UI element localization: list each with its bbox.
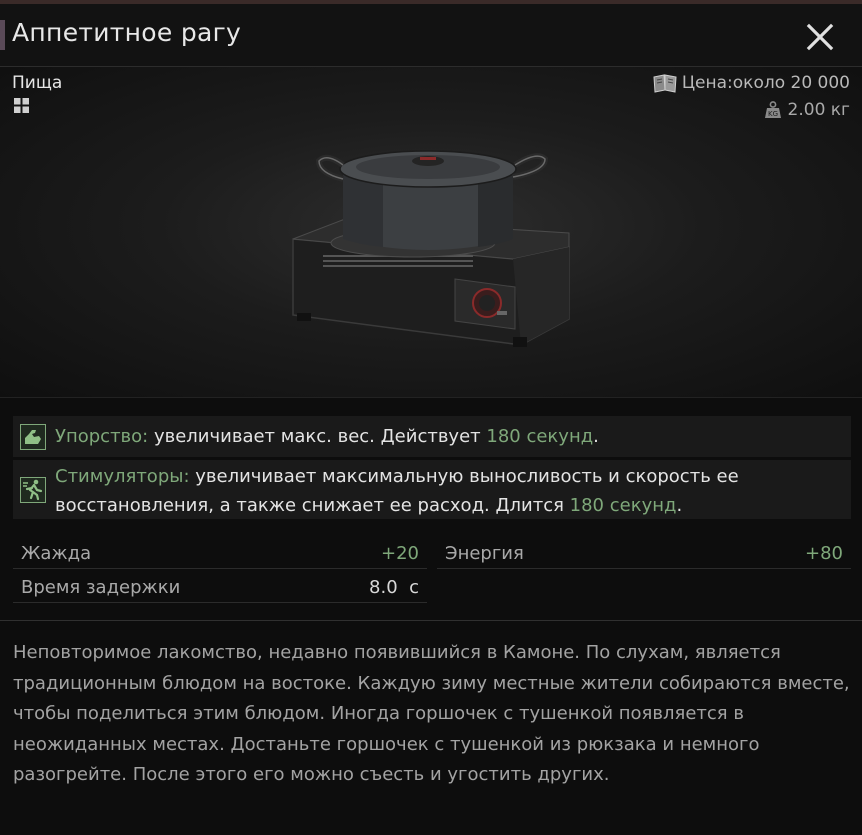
divider	[0, 620, 862, 621]
effect-strength-end: .	[593, 426, 599, 447]
weight-icon: KG	[764, 101, 781, 118]
stat-energy: Энергия +80	[437, 536, 851, 569]
running-man-icon	[20, 477, 46, 503]
effect-strength-name: Упорство:	[55, 426, 149, 447]
effect-stimulators-text: Стимуляторы: увеличивает максимальную вы…	[55, 462, 841, 520]
window-title: Аппетитное рагу	[12, 18, 242, 47]
grid-icon[interactable]	[14, 98, 30, 114]
stat-delay: Время задержки 8.0 с	[13, 570, 427, 603]
window-header[interactable]: Аппетитное рагу	[0, 4, 862, 67]
effect-strength-text: Упорство: увеличивает макс. вес. Действу…	[55, 422, 841, 451]
close-icon[interactable]	[800, 20, 840, 56]
stat-energy-label: Энергия	[445, 543, 524, 564]
svg-text:KG: KG	[768, 110, 778, 118]
stat-thirst-label: Жажда	[21, 543, 92, 564]
price-text: Цена:около 20 000	[681, 73, 850, 93]
stat-delay-value: 8.0 с	[369, 577, 419, 598]
stat-delay-label: Время задержки	[21, 577, 181, 598]
item-price: Цена:около 20 000	[652, 73, 850, 93]
item-description: Неповторимое лакомство, недавно появивши…	[13, 642, 850, 785]
book-icon	[653, 74, 677, 93]
effect-strength-desc: увеличивает макс. вес. Действует	[148, 426, 487, 447]
item-inspect-window: Аппетитное рагу Пища Цена:около 20 000 K…	[0, 0, 862, 835]
stat-thirst-value: +20	[381, 543, 419, 564]
item-preview: Пища Цена:около 20 000 KG 2.00 кг	[0, 67, 862, 398]
header-accent	[0, 20, 5, 50]
weight-text: 2.00 кг	[787, 100, 850, 120]
effect-stimulators-name: Стимуляторы:	[55, 466, 190, 487]
effect-strength-duration: 180 секунд	[486, 426, 594, 447]
effect-stimulators-end: .	[676, 495, 683, 516]
item-weight: KG 2.00 кг	[764, 100, 850, 120]
effect-stimulators-duration: 180 секунд	[569, 495, 677, 516]
strength-arm-icon	[20, 424, 46, 450]
stew-pot-image	[292, 150, 570, 347]
stat-thirst: Жажда +20	[13, 536, 427, 569]
effect-strength: Упорство: увеличивает макс. вес. Действу…	[13, 416, 851, 457]
stat-energy-value: +80	[805, 543, 843, 564]
close-button[interactable]	[800, 20, 840, 56]
effect-stimulators: Стимуляторы: увеличивает максимальную вы…	[13, 460, 851, 519]
item-category: Пища	[12, 73, 63, 93]
